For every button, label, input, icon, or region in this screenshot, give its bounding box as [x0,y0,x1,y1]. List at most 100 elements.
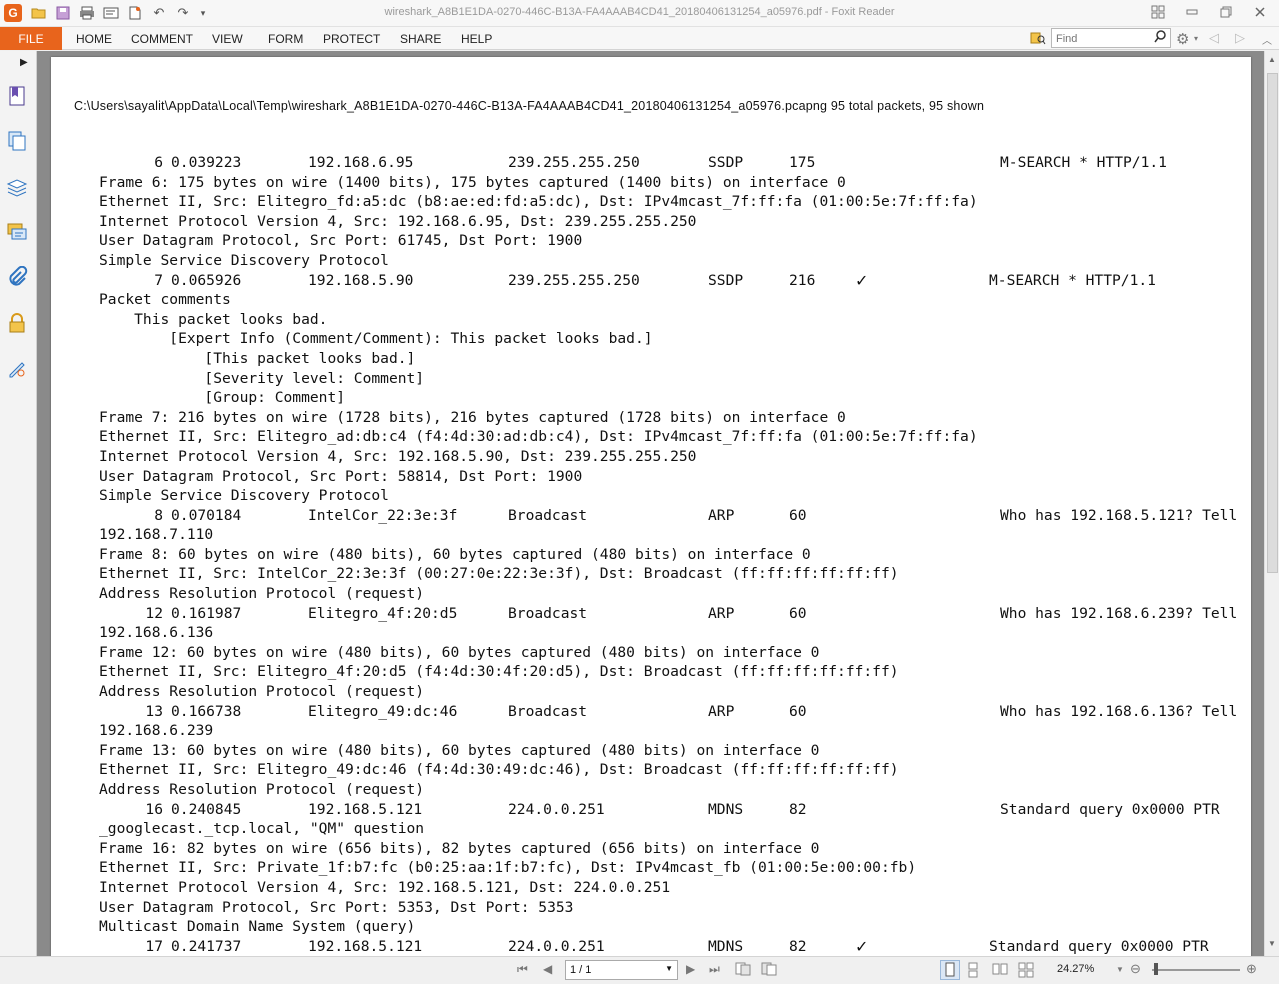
packet-length: 60 [789,604,807,622]
minimize-icon[interactable] [1178,3,1206,21]
title-bar: G ↶ ↷ ▾ wireshark_A8B1E1DA-0270-446C-B13… [0,0,1279,27]
next-result-icon[interactable]: ▷ [1235,30,1245,46]
previous-view-icon[interactable] [735,962,751,979]
packet-source: IntelCor_22:3e:3f [308,506,458,524]
collapse-ribbon-icon[interactable]: ︿ [1262,32,1272,47]
previous-page-icon[interactable]: ◀ [543,962,552,976]
navigation-sidebar: ▶ [0,51,37,984]
find-input[interactable] [1052,30,1148,48]
find-box[interactable] [1051,28,1171,48]
packet-source: 192.168.5.90 [308,271,414,289]
next-view-icon[interactable] [761,962,777,979]
packet-protocol: MDNS [708,800,744,818]
first-page-icon[interactable]: ⏮ [517,962,528,977]
facing-view-icon[interactable] [992,962,1008,979]
packet-protocol: ARP [708,506,735,524]
maximize-icon[interactable] [1212,3,1240,21]
packet-info-continuation: 192.168.7.110 [99,526,214,544]
security-lock-icon[interactable] [6,312,28,334]
packet-summary-row: 6 0.039223 192.168.6.95 239.255.255.250 SSDP… [99,153,1167,173]
zoom-level[interactable]: 24.27% [1057,963,1094,975]
packet-detail-line: Ethernet II, Src: Elitegro_ad:db:c4 (f4:… [99,428,978,446]
packet-detail-line: User Datagram Protocol, Src Port: 61745,… [99,232,583,250]
packet-summary-row: 12 0.161987 Elitegro_4f:20:d5 Broadcast ARP 6… [99,604,1237,624]
scroll-up-icon[interactable]: ▲ [1268,55,1276,64]
previous-result-icon[interactable]: ◁ [1209,30,1219,46]
file-tab[interactable]: FILE [0,27,62,50]
packet-detail-line: Frame 16: 82 bytes on wire (656 bits), 8… [99,839,820,857]
settings-gear-icon[interactable]: ⚙ [1176,30,1189,48]
packet-detail-line: Ethernet II, Src: Elitegro_4f:20:d5 (f4:… [99,663,899,681]
packet-info-continuation: 192.168.6.239 [99,722,214,740]
packet-destination: 239.255.255.250 [508,154,640,171]
single-page-view-icon[interactable] [940,960,960,980]
packet-detail-line: Frame 7: 216 bytes on wire (1728 bits), … [99,408,846,426]
packet-time: 0.241737 [171,937,242,955]
packet-time: 0.161987 [171,604,242,622]
tab-view[interactable]: VIEW [212,32,243,46]
last-page-icon[interactable]: ⏭ [709,962,720,977]
packet-detail-line: Simple Service Discovery Protocol [99,487,389,505]
packet-time: 0.065926 [171,271,242,289]
settings-dropdown-icon[interactable]: ▾ [1194,34,1198,43]
page-number-field[interactable]: 1 / 1 ▼ [565,960,678,980]
vertical-scrollbar[interactable]: ▲ ▼ [1264,51,1279,956]
packet-protocol: SSDP [708,154,744,171]
packet-comment-flag: ✓ [855,270,869,290]
packet-detail-line: User Datagram Protocol, Src Port: 5353, … [99,898,574,916]
packet-detail-line: Multicast Domain Name System (query) [99,918,416,936]
continuous-facing-icon[interactable] [1018,962,1034,981]
pages-thumbnails-icon[interactable] [6,130,28,152]
tab-comment[interactable]: COMMENT [131,32,193,46]
zoom-slider-handle[interactable] [1154,963,1158,975]
zoom-dropdown-icon[interactable]: ▼ [1116,965,1124,974]
packet-detail-line: Frame 12: 60 bytes on wire (480 bits), 6… [99,643,820,661]
packet-detail-line: Ethernet II, Src: Elitegro_fd:a5:dc (b8:… [99,193,978,211]
packet-info-continuation: 192.168.6.136 [99,624,214,642]
window-title: wireshark_A8B1E1DA-0270-446C-B13A-FA4AAA… [384,6,895,18]
page-dropdown-icon[interactable]: ▼ [665,964,673,973]
find-options-icon[interactable] [1030,30,1046,49]
continuous-view-icon[interactable] [966,962,980,981]
packet-number: 12 [145,604,163,622]
packet-info: Who has 192.168.6.136? Tell [1000,702,1238,720]
document-viewport[interactable]: C:\Users\sayalit\AppData\Local\Temp\wire… [37,51,1264,956]
zoom-slider-track[interactable] [1152,969,1240,971]
restore-layout-icon[interactable] [1144,3,1172,21]
tab-protect[interactable]: PROTECT [323,32,380,46]
search-icon[interactable] [1154,30,1167,46]
packet-number: 16 [145,800,163,818]
bookmarks-icon[interactable] [6,85,28,107]
packet-destination: Broadcast [508,506,588,524]
next-page-icon[interactable]: ▶ [686,962,695,976]
packet-detail-line: Frame 6: 175 bytes on wire (1400 bits), … [99,173,846,191]
scroll-down-icon[interactable]: ▼ [1268,939,1276,948]
packet-destination: 224.0.0.251 [508,937,605,955]
page-indicator: 1 / 1 [570,964,592,976]
scrollbar-thumb[interactable] [1267,73,1278,573]
layers-icon[interactable] [6,176,28,198]
packet-detail-line: Ethernet II, Src: Private_1f:b7:fc (b0:2… [99,859,917,877]
packet-detail-line: [Group: Comment] [99,389,346,407]
zoom-out-icon[interactable]: ⊖ [1130,961,1141,977]
ribbon-menu: FILE HOME COMMENT VIEW FORM PROTECT SHAR… [0,27,1279,50]
tab-help[interactable]: HELP [461,32,492,46]
packet-detail-line: Simple Service Discovery Protocol [99,251,389,269]
packet-detail-line: User Datagram Protocol, Src Port: 58814,… [99,467,583,485]
tab-share[interactable]: SHARE [400,32,441,46]
expand-panel-icon[interactable]: ▶ [20,57,28,68]
close-icon[interactable] [1246,3,1274,21]
packet-destination: 239.255.255.250 [508,271,640,289]
comments-icon[interactable] [6,221,28,243]
packet-source: Elitegro_4f:20:d5 [308,604,458,622]
packet-detail-line: Ethernet II, Src: IntelCor_22:3e:3f (00:… [99,565,899,583]
packet-detail-line: This packet looks bad. [99,310,328,328]
packet-length: 216 [789,271,816,289]
packet-info: Standard query 0x0000 PTR [989,937,1209,955]
attachments-icon[interactable] [6,266,28,288]
signature-icon[interactable] [6,357,28,379]
tab-home[interactable]: HOME [76,32,112,46]
packet-summary-row: 16 0.240845 192.168.5.121 224.0.0.251 MDNS 82… [99,800,1219,820]
tab-form[interactable]: FORM [268,32,303,46]
zoom-in-icon[interactable]: ⊕ [1246,961,1257,977]
